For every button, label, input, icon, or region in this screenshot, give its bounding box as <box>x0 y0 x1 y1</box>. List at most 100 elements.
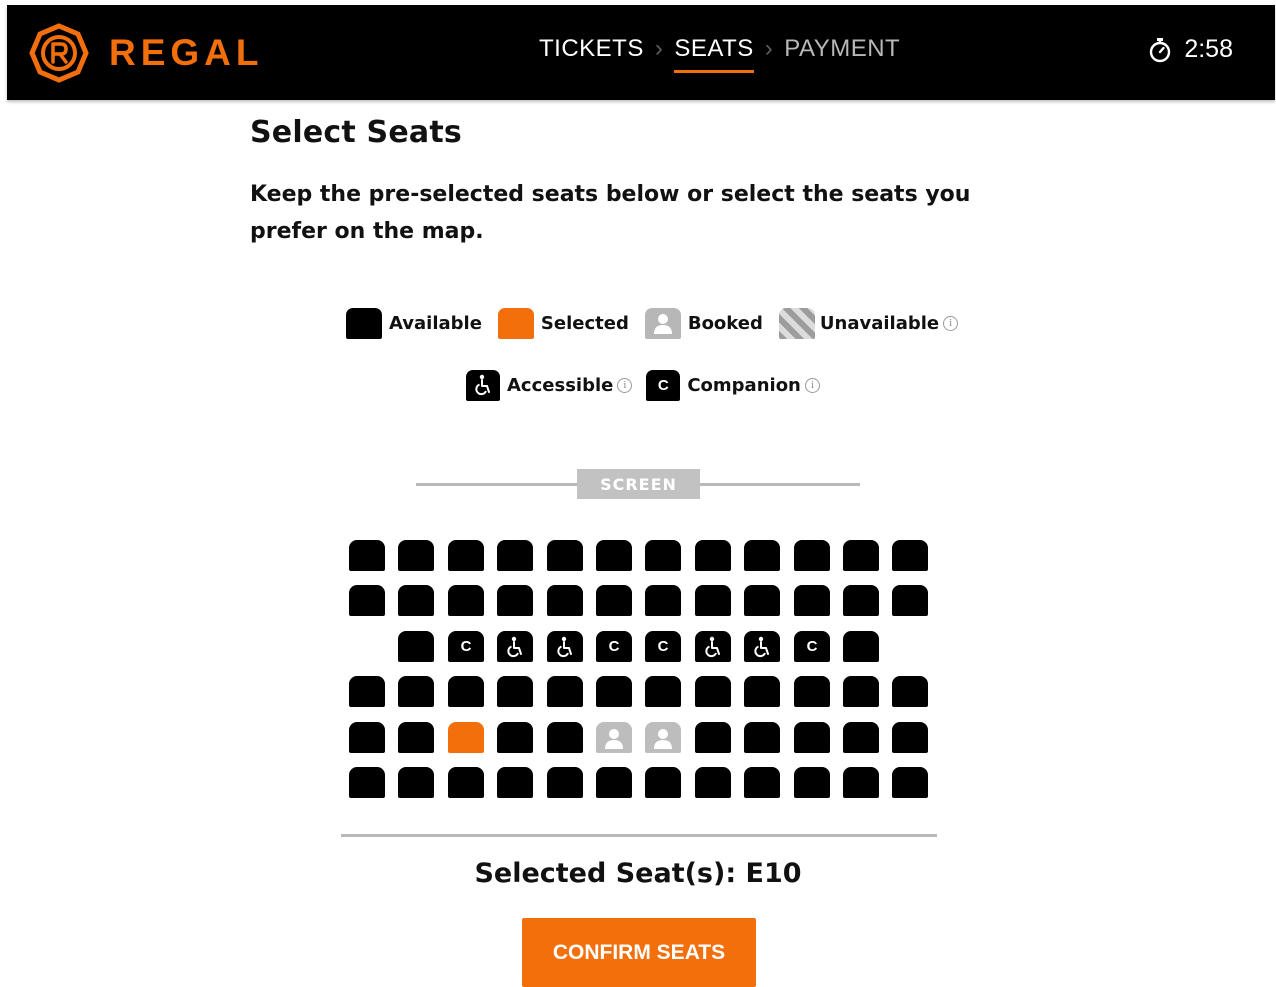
seat-available[interactable] <box>744 722 780 753</box>
seat-available[interactable] <box>398 585 434 616</box>
seat-legend-secondary: Accessible i C Companion i <box>466 369 820 401</box>
legend-accessible: Accessible i <box>466 369 633 401</box>
person-icon <box>605 728 623 749</box>
seat-available[interactable] <box>744 767 780 798</box>
seat-available[interactable] <box>794 767 830 798</box>
wheelchair-icon <box>754 636 769 657</box>
seat-available[interactable] <box>744 540 780 571</box>
seat-available[interactable] <box>794 722 830 753</box>
seat-available[interactable] <box>596 767 632 798</box>
seat-available[interactable] <box>448 540 484 571</box>
seat-available[interactable] <box>843 767 879 798</box>
seat-available[interactable] <box>843 631 879 662</box>
available-seat-icon <box>346 307 382 339</box>
legend-selected: Selected <box>497 307 629 339</box>
seat-available[interactable] <box>497 767 533 798</box>
step-tickets[interactable]: TICKETS <box>539 35 644 63</box>
seat-available[interactable] <box>547 767 583 798</box>
seat-accessible[interactable] <box>497 631 533 662</box>
seat-available[interactable] <box>645 585 681 616</box>
seat-booked <box>596 722 632 753</box>
seat-available[interactable] <box>448 767 484 798</box>
seat-legend-primary: Available Selected Booked Unavailable i <box>346 307 959 339</box>
seat-available[interactable] <box>349 767 385 798</box>
seat-available[interactable] <box>497 722 533 753</box>
seat-available[interactable] <box>843 676 879 707</box>
seat-available[interactable] <box>497 676 533 707</box>
step-seats[interactable]: SEATS <box>674 35 755 73</box>
seat-available[interactable] <box>596 540 632 571</box>
seat-available[interactable] <box>349 540 385 571</box>
seat-available[interactable] <box>794 676 830 707</box>
info-icon[interactable]: i <box>943 315 959 331</box>
top-navigation-bar: REGAL TICKETS › SEATS › PAYMENT 2:58 <box>7 5 1275 100</box>
seat-available[interactable] <box>794 540 830 571</box>
seat-companion[interactable]: C <box>448 631 484 662</box>
seat-companion[interactable]: C <box>645 631 681 662</box>
seat-available[interactable] <box>892 722 928 753</box>
legend-selected-label: Selected <box>540 312 629 334</box>
seat-available[interactable] <box>892 540 928 571</box>
seat-accessible[interactable] <box>695 631 731 662</box>
seat-available[interactable] <box>349 722 385 753</box>
seat-available[interactable] <box>547 540 583 571</box>
seat-available[interactable] <box>744 585 780 616</box>
seat-available[interactable] <box>349 585 385 616</box>
seat-available[interactable] <box>398 540 434 571</box>
legend-booked-label: Booked <box>687 312 763 334</box>
seat-available[interactable] <box>695 676 731 707</box>
seat-available[interactable] <box>547 676 583 707</box>
seat-available[interactable] <box>398 676 434 707</box>
seat-accessible[interactable] <box>744 631 780 662</box>
seat-available[interactable] <box>892 676 928 707</box>
seat-available[interactable] <box>349 676 385 707</box>
seat-available[interactable] <box>547 585 583 616</box>
seat-available[interactable] <box>497 540 533 571</box>
seat-available[interactable] <box>695 540 731 571</box>
info-icon[interactable]: i <box>617 377 633 393</box>
seat-available[interactable] <box>794 585 830 616</box>
seat-available[interactable] <box>695 722 731 753</box>
seat-available[interactable] <box>892 767 928 798</box>
seat-available[interactable] <box>695 767 731 798</box>
seat-companion[interactable]: C <box>596 631 632 662</box>
seat-available[interactable] <box>596 585 632 616</box>
seat-available[interactable] <box>843 540 879 571</box>
seat-available[interactable] <box>645 676 681 707</box>
seat-available[interactable] <box>448 585 484 616</box>
seat-available[interactable] <box>398 722 434 753</box>
seat-available[interactable] <box>448 676 484 707</box>
seat-selected[interactable] <box>448 722 484 753</box>
regal-r-badge-icon <box>29 23 89 83</box>
chevron-right-icon: › <box>764 35 774 62</box>
seat-available[interactable] <box>645 540 681 571</box>
seat-available[interactable] <box>547 722 583 753</box>
seat-available[interactable] <box>843 585 879 616</box>
seat-available[interactable] <box>398 767 434 798</box>
companion-letter: C <box>460 638 472 655</box>
seat-available[interactable] <box>596 676 632 707</box>
legend-unavailable-label: Unavailable <box>819 312 940 334</box>
seat-available[interactable] <box>497 585 533 616</box>
page-title: Select Seats <box>250 115 462 150</box>
legend-booked: Booked <box>644 307 763 339</box>
companion-letter: C <box>806 638 818 655</box>
unavailable-seat-icon <box>778 307 815 339</box>
countdown-timer: 2:58 <box>1148 35 1233 64</box>
regal-logo[interactable]: REGAL <box>29 23 264 83</box>
info-icon[interactable]: i <box>804 377 820 393</box>
brand-wordmark: REGAL <box>109 32 264 73</box>
wheelchair-icon <box>466 369 500 401</box>
checkout-steps: TICKETS › SEATS › PAYMENT <box>539 35 900 73</box>
seat-available[interactable] <box>695 585 731 616</box>
wheelchair-icon <box>557 636 572 657</box>
seat-companion[interactable]: C <box>794 631 830 662</box>
seat-available[interactable] <box>744 676 780 707</box>
seat-available[interactable] <box>892 585 928 616</box>
selected-seats-summary: Selected Seat(s): E10 <box>474 858 802 889</box>
confirm-seats-button[interactable]: CONFIRM SEATS <box>522 918 756 987</box>
seat-available[interactable] <box>645 767 681 798</box>
seat-available[interactable] <box>398 631 434 662</box>
seat-accessible[interactable] <box>547 631 583 662</box>
seat-available[interactable] <box>843 722 879 753</box>
